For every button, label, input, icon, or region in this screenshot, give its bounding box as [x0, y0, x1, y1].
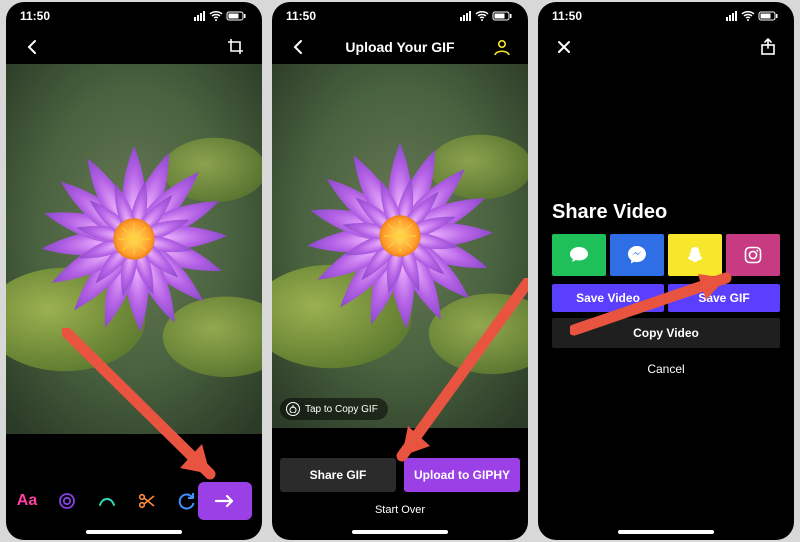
status-icons — [726, 11, 780, 21]
status-bar: 11:50 — [272, 2, 528, 30]
loop-tool-icon[interactable] — [176, 490, 198, 512]
status-icons — [194, 11, 248, 21]
start-over-button[interactable]: Start Over — [280, 492, 520, 532]
back-icon[interactable] — [20, 35, 44, 59]
status-icons — [460, 11, 514, 21]
status-bar: 11:50 — [6, 2, 262, 30]
share-gif-button[interactable]: Share GIF — [280, 458, 396, 492]
save-video-button[interactable]: Save Video — [552, 284, 664, 312]
media-preview[interactable] — [6, 64, 262, 434]
upload-header: Upload Your GIF — [272, 30, 528, 64]
cancel-button[interactable]: Cancel — [552, 362, 780, 376]
share-messenger[interactable] — [610, 234, 664, 276]
share-targets — [552, 234, 780, 276]
text-tool-icon[interactable]: Aa — [16, 490, 38, 512]
screen-editor: 11:50 Aa — [6, 2, 262, 540]
tap-to-copy-label: Tap to Copy GIF — [305, 404, 378, 415]
close-icon[interactable] — [552, 35, 576, 59]
screen-share: 11:50 Share Video S — [538, 2, 794, 540]
screen-upload: 11:50 Upload Your GIF Tap to Copy GIF Sh… — [272, 2, 528, 540]
sticker-tool-icon[interactable] — [56, 490, 78, 512]
save-gif-button[interactable]: Save GIF — [668, 284, 780, 312]
editor-toolbar: Aa — [6, 482, 262, 520]
system-share-icon[interactable] — [756, 35, 780, 59]
trim-tool-icon[interactable] — [136, 490, 158, 512]
next-button[interactable] — [198, 482, 252, 520]
copy-video-button[interactable]: Copy Video — [552, 318, 780, 348]
editor-header — [6, 30, 262, 64]
tap-to-copy-badge[interactable]: Tap to Copy GIF — [280, 398, 388, 420]
share-snapchat[interactable] — [668, 234, 722, 276]
status-bar: 11:50 — [538, 2, 794, 30]
status-time: 11:50 — [286, 9, 316, 23]
upload-to-giphy-button[interactable]: Upload to GIPHY — [404, 458, 520, 492]
media-preview[interactable]: Tap to Copy GIF — [272, 64, 528, 428]
status-time: 11:50 — [20, 9, 50, 23]
status-time: 11:50 — [552, 9, 582, 23]
home-indicator — [352, 530, 448, 534]
share-instagram[interactable] — [726, 234, 780, 276]
crop-icon[interactable] — [224, 35, 248, 59]
tap-icon — [286, 402, 300, 416]
home-indicator — [86, 530, 182, 534]
share-header — [538, 30, 794, 64]
profile-icon[interactable] — [490, 35, 514, 59]
back-icon[interactable] — [286, 35, 310, 59]
share-messages[interactable] — [552, 234, 606, 276]
share-title: Share Video — [552, 201, 780, 224]
home-indicator — [618, 530, 714, 534]
share-panel: Share Video Save Video Save GIF Copy Vid… — [552, 201, 780, 376]
draw-tool-icon[interactable] — [96, 490, 118, 512]
